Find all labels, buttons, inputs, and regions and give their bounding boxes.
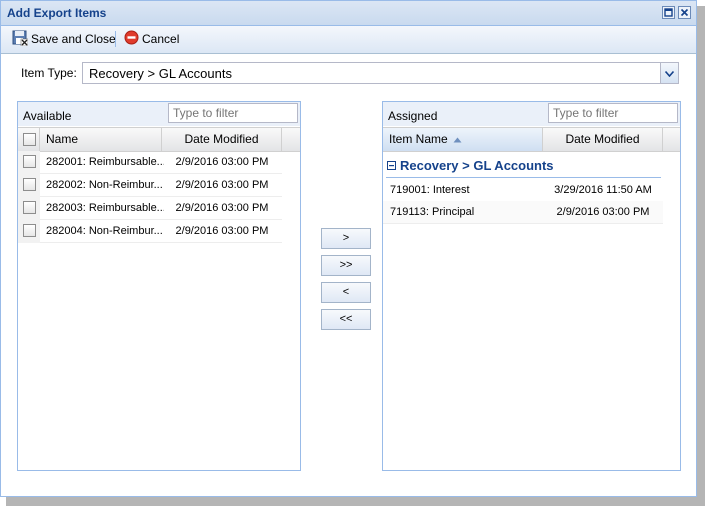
row-checkbox-cell: [18, 220, 40, 243]
assigned-row[interactable]: 719001: Interest 3/29/2016 11:50 AM: [383, 179, 663, 202]
row-name: 282002: Non-Reimbur...: [46, 179, 163, 191]
chevron-down-icon[interactable]: [660, 63, 678, 83]
row-name: 282001: Reimbursable...: [46, 156, 164, 168]
row-checkbox[interactable]: [23, 155, 36, 168]
item-type-value: Recovery > GL Accounts: [89, 66, 232, 81]
row-date: 2/9/2016 03:00 PM: [175, 179, 269, 191]
available-select-all[interactable]: [18, 128, 40, 151]
maximize-icon[interactable]: [662, 6, 675, 19]
assigned-group-header[interactable]: Recovery > GL Accounts: [387, 158, 554, 173]
row-name: 282003: Reimbursable...: [46, 202, 164, 214]
cancel-label: Cancel: [142, 32, 180, 46]
row-date: 2/9/2016 03:00 PM: [175, 202, 269, 214]
assigned-group-label: Recovery > GL Accounts: [400, 158, 554, 173]
available-filter-input[interactable]: [168, 103, 298, 123]
assigned-name-column-label: Item Name: [389, 132, 448, 146]
row-date: 2/9/2016 03:00 PM: [556, 206, 650, 218]
collapse-icon[interactable]: [387, 158, 396, 173]
cancel-icon: [124, 30, 139, 48]
remove-selected-button[interactable]: <: [321, 282, 371, 303]
row-name: 719001: Interest: [390, 184, 470, 196]
add-selected-button[interactable]: >: [321, 228, 371, 249]
assigned-row[interactable]: 719113: Principal 2/9/2016 03:00 PM: [383, 201, 663, 224]
dialog-body: Item Type: Recovery > GL Accounts Availa…: [1, 54, 696, 496]
row-checkbox-cell: [18, 197, 40, 220]
toolbar-separator: [115, 31, 116, 47]
row-checkbox[interactable]: [23, 224, 36, 237]
assigned-panel: Assigned Item Name Date Modified Recover…: [382, 101, 681, 471]
add-export-items-dialog: Add Export Items Save and Close Cancel I…: [0, 0, 697, 497]
available-title: Available: [23, 109, 72, 123]
row-checkbox-cell: [18, 151, 40, 174]
assigned-name-column[interactable]: Item Name: [383, 128, 543, 151]
dialog-title: Add Export Items: [7, 6, 107, 20]
available-row[interactable]: 282003: Reimbursable... 2/9/2016 03:00 PM: [18, 197, 282, 220]
available-name-column[interactable]: Name: [40, 128, 162, 151]
title-bar: Add Export Items: [1, 1, 696, 26]
available-row[interactable]: 282002: Non-Reimbur... 2/9/2016 03:00 PM: [18, 174, 282, 197]
available-panel: Available Name Date Modified 282001: Rei…: [17, 101, 301, 471]
assigned-title: Assigned: [388, 109, 438, 123]
item-type-combo[interactable]: Recovery > GL Accounts: [82, 62, 679, 84]
item-type-label: Item Type:: [21, 66, 77, 80]
available-row[interactable]: 282001: Reimbursable... 2/9/2016 03:00 PM: [18, 151, 282, 174]
assigned-filter-input[interactable]: [548, 103, 678, 123]
row-date: 3/29/2016 11:50 AM: [554, 184, 652, 196]
save-close-icon: [12, 30, 29, 49]
remove-all-button[interactable]: <<: [321, 309, 371, 330]
available-header: Available: [18, 102, 300, 126]
save-and-close-label: Save and Close: [31, 32, 116, 46]
toolbar: Save and Close Cancel: [1, 26, 696, 54]
group-divider: [386, 177, 661, 178]
save-and-close-button[interactable]: Save and Close: [12, 30, 116, 48]
close-icon[interactable]: [678, 6, 691, 19]
assigned-column-header: Item Name Date Modified: [383, 127, 680, 152]
row-name: 282004: Non-Reimbur...: [46, 225, 163, 237]
row-checkbox-cell: [18, 174, 40, 197]
available-date-column[interactable]: Date Modified: [162, 128, 282, 151]
assigned-header: Assigned: [383, 102, 680, 126]
available-row[interactable]: 282004: Non-Reimbur... 2/9/2016 03:00 PM: [18, 220, 282, 243]
add-all-button[interactable]: >>: [321, 255, 371, 276]
assigned-date-column[interactable]: Date Modified: [543, 128, 663, 151]
cancel-button[interactable]: Cancel: [124, 30, 179, 48]
row-date: 2/9/2016 03:00 PM: [175, 156, 269, 168]
row-date: 2/9/2016 03:00 PM: [175, 225, 269, 237]
sort-ascending-icon: [451, 132, 462, 146]
row-name: 719113: Principal: [390, 206, 475, 218]
available-column-header: Name Date Modified: [18, 127, 300, 152]
row-checkbox[interactable]: [23, 178, 36, 191]
select-all-checkbox[interactable]: [23, 133, 36, 146]
row-checkbox[interactable]: [23, 201, 36, 214]
